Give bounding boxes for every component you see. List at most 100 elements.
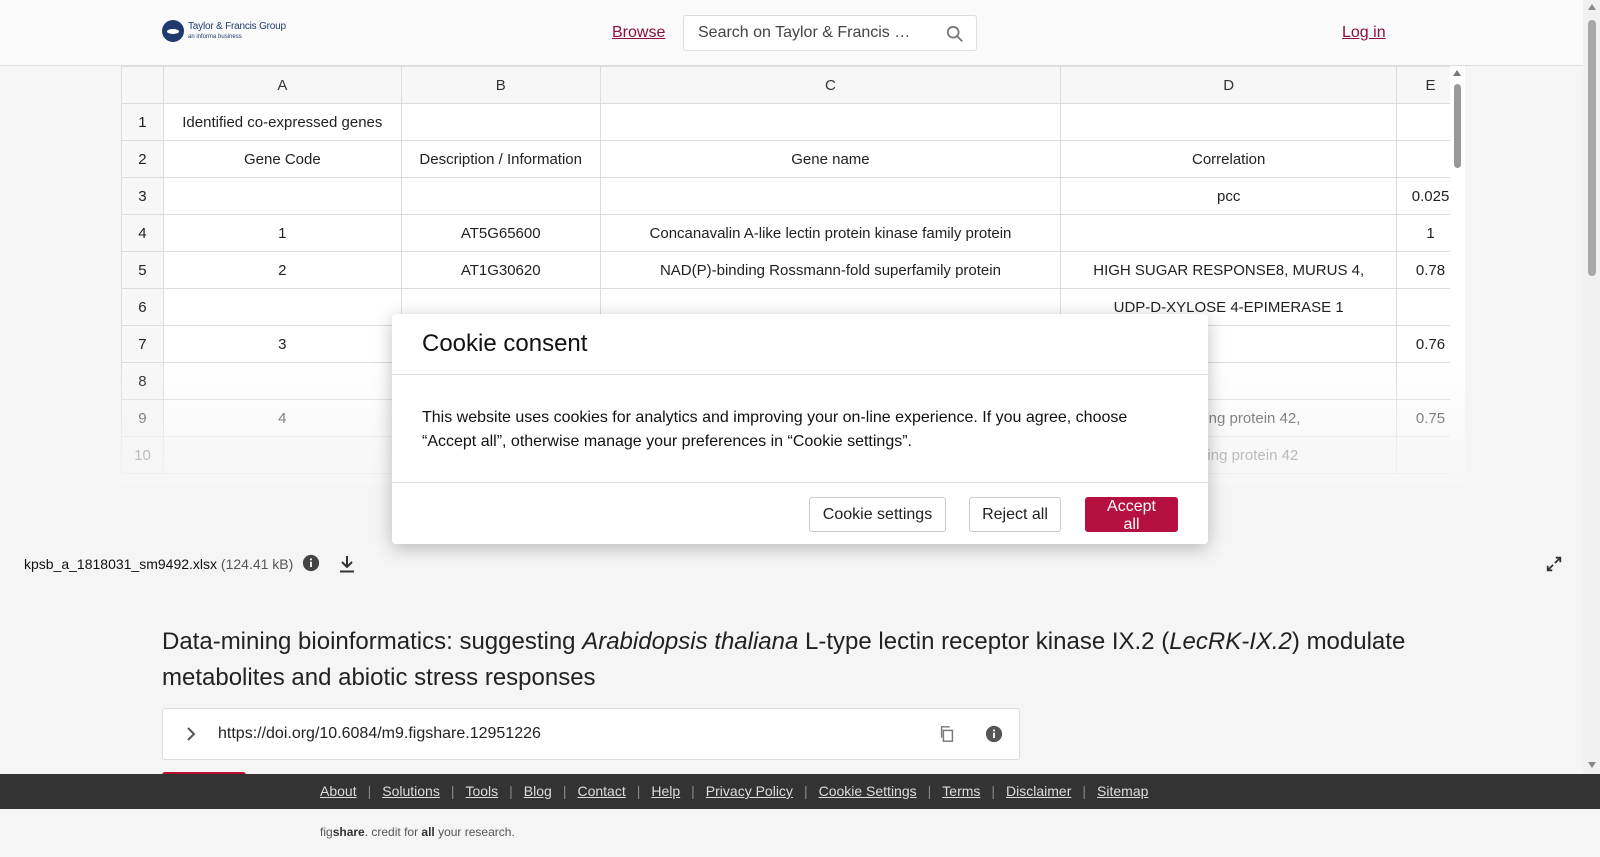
spreadsheet-cell[interactable]: Gene Code: [162, 140, 402, 178]
column-header[interactable]: D: [1060, 66, 1398, 104]
footer-separator: |: [509, 783, 513, 799]
corner-cell: [121, 66, 164, 104]
spreadsheet-row: 5 2 AT1G30620 NAD(P)-binding Rossmann-fold …: [121, 251, 1465, 289]
footer-nav: About | Solutions | Tools | Blog | Contact | Help |…: [0, 774, 1600, 809]
scrollbar-thumb[interactable]: [1454, 84, 1461, 168]
spreadsheet-cell[interactable]: AT1G30620: [400, 251, 601, 289]
file-info-bar: kpsb_a_1818031_sm9492.xlsx (124.41 kB): [0, 544, 1583, 584]
spreadsheet-cell[interactable]: 4: [162, 399, 402, 437]
search-icon[interactable]: [946, 25, 964, 43]
row-number[interactable]: 7: [121, 325, 164, 363]
row-number[interactable]: 2: [121, 140, 164, 178]
accept-all-button[interactable]: Accept all: [1085, 497, 1178, 533]
spreadsheet-cell[interactable]: [599, 103, 1062, 141]
row-number[interactable]: 10: [121, 436, 164, 474]
scroll-up-icon[interactable]: [1453, 70, 1461, 76]
row-number[interactable]: 1: [121, 103, 164, 141]
footer-link-terms[interactable]: Terms: [942, 783, 980, 799]
footer-link-privacy-policy[interactable]: Privacy Policy: [706, 783, 793, 799]
spreadsheet-cell[interactable]: [599, 177, 1062, 215]
fullscreen-icon[interactable]: [1545, 555, 1563, 573]
logo-mark-icon: [162, 20, 184, 42]
file-info-icon[interactable]: [302, 554, 320, 572]
row-number[interactable]: 6: [121, 288, 164, 326]
article-content: Data-mining bioinformatics: suggesting A…: [0, 584, 1583, 778]
footer-link-cookie-settings[interactable]: Cookie Settings: [819, 783, 917, 799]
doi-box: https://doi.org/10.6084/m9.figshare.1295…: [162, 708, 1020, 760]
spreadsheet-cell[interactable]: AT5G65600: [400, 214, 601, 252]
chevron-right-icon[interactable]: [183, 726, 199, 742]
scroll-up-arrow-icon[interactable]: [1588, 4, 1596, 10]
footer-link-blog[interactable]: Blog: [524, 783, 552, 799]
cookie-settings-button[interactable]: Cookie settings: [809, 497, 946, 532]
footer-link-sitemap[interactable]: Sitemap: [1097, 783, 1148, 799]
doi-info-icon[interactable]: [985, 725, 1003, 743]
spreadsheet-row: 4 1 AT5G65600 Concanavalin A-like lectin pr…: [121, 214, 1465, 252]
scroll-down-arrow-icon[interactable]: [1588, 762, 1596, 768]
dialog-header: Cookie consent: [392, 314, 1208, 375]
footer-link-disclaimer[interactable]: Disclaimer: [1006, 783, 1071, 799]
column-header[interactable]: A: [162, 66, 402, 104]
row-number[interactable]: 3: [121, 177, 164, 215]
row-number[interactable]: 5: [121, 251, 164, 289]
spreadsheet-row: 1 Identified co-expressed genes: [121, 103, 1465, 141]
spreadsheet-cell[interactable]: HIGH SUGAR RESPONSE8, MURUS 4,: [1060, 251, 1398, 289]
spreadsheet-cell[interactable]: [162, 362, 402, 400]
doi-link[interactable]: https://doi.org/10.6084/m9.figshare.1295…: [218, 725, 541, 743]
footer-link-tools[interactable]: Tools: [465, 783, 498, 799]
column-header[interactable]: C: [599, 66, 1062, 104]
spreadsheet-cell[interactable]: [162, 177, 402, 215]
footer-separator: |: [636, 783, 641, 799]
spreadsheet-cell[interactable]: Gene name: [599, 140, 1062, 178]
copy-icon[interactable]: [938, 725, 956, 743]
spreadsheet-cell[interactable]: 1: [162, 214, 402, 252]
footer-links: About | Solutions | Tools | Blog | Contact | Help |…: [320, 783, 1148, 799]
spreadsheet-cell[interactable]: Correlation: [1060, 140, 1398, 178]
article-title: Data-mining bioinformatics: suggesting A…: [162, 628, 1406, 691]
row-number[interactable]: 8: [121, 362, 164, 400]
spreadsheet-cell[interactable]: Identified co-expressed genes: [162, 103, 402, 141]
footer-separator: |: [562, 783, 567, 799]
spreadsheet-cell[interactable]: [162, 288, 402, 326]
dialog-body: This website uses cookies for analytics …: [422, 409, 1128, 450]
file-name: kpsb_a_1818031_sm9492.xlsx: [24, 556, 218, 572]
spreadsheet-cell[interactable]: [1060, 214, 1398, 252]
footer-link-about[interactable]: About: [320, 783, 357, 799]
spreadsheet-cell[interactable]: [1060, 103, 1398, 141]
row-number[interactable]: 9: [121, 399, 164, 437]
footer-link-contact[interactable]: Contact: [577, 783, 625, 799]
column-header-row: A B C D E: [121, 66, 1465, 104]
spreadsheet-cell[interactable]: [162, 436, 402, 474]
footer-separator: |: [803, 783, 808, 799]
spreadsheet-cell[interactable]: pcc: [1060, 177, 1398, 215]
spreadsheet-scrollbar[interactable]: [1450, 66, 1465, 486]
search-input[interactable]: [698, 24, 918, 42]
footer-separator: |: [691, 783, 695, 799]
spreadsheet-cell[interactable]: Description / Information: [400, 140, 601, 178]
footer-separator: |: [450, 783, 455, 799]
taylor-francis-logo[interactable]: Taylor & Francis Group an informa busine…: [162, 20, 286, 42]
spreadsheet-cell[interactable]: [400, 103, 601, 141]
page-scrollbar-thumb[interactable]: [1588, 20, 1596, 276]
footer-separator: |: [1082, 783, 1087, 799]
download-icon[interactable]: [337, 554, 357, 574]
reject-all-button[interactable]: Reject all: [969, 497, 1061, 532]
spreadsheet-cell[interactable]: NAD(P)-binding Rossmann-fold superfamily…: [599, 251, 1062, 289]
spreadsheet-row: 3 pcc 0.025: [121, 177, 1465, 215]
column-header[interactable]: B: [400, 66, 601, 104]
row-number[interactable]: 4: [121, 214, 164, 252]
dialog-title: Cookie consent: [422, 330, 588, 357]
footer-link-help[interactable]: Help: [651, 783, 680, 799]
login-link[interactable]: Log in: [1342, 24, 1386, 42]
search-box: [683, 15, 977, 51]
footer-separator: |: [367, 783, 372, 799]
site-header: Taylor & Francis Group an informa busine…: [0, 0, 1583, 66]
footer-link-solutions[interactable]: Solutions: [382, 783, 440, 799]
spreadsheet-cell[interactable]: 2: [162, 251, 402, 289]
spreadsheet-cell[interactable]: [400, 177, 601, 215]
cookie-consent-dialog: Cookie consent This website uses cookies…: [392, 314, 1208, 544]
browse-link[interactable]: Browse: [612, 24, 665, 42]
spreadsheet-cell[interactable]: Concanavalin A-like lectin protein kinas…: [599, 214, 1062, 252]
spreadsheet-cell[interactable]: 3: [162, 325, 402, 363]
page-scrollbar[interactable]: [1583, 0, 1600, 774]
